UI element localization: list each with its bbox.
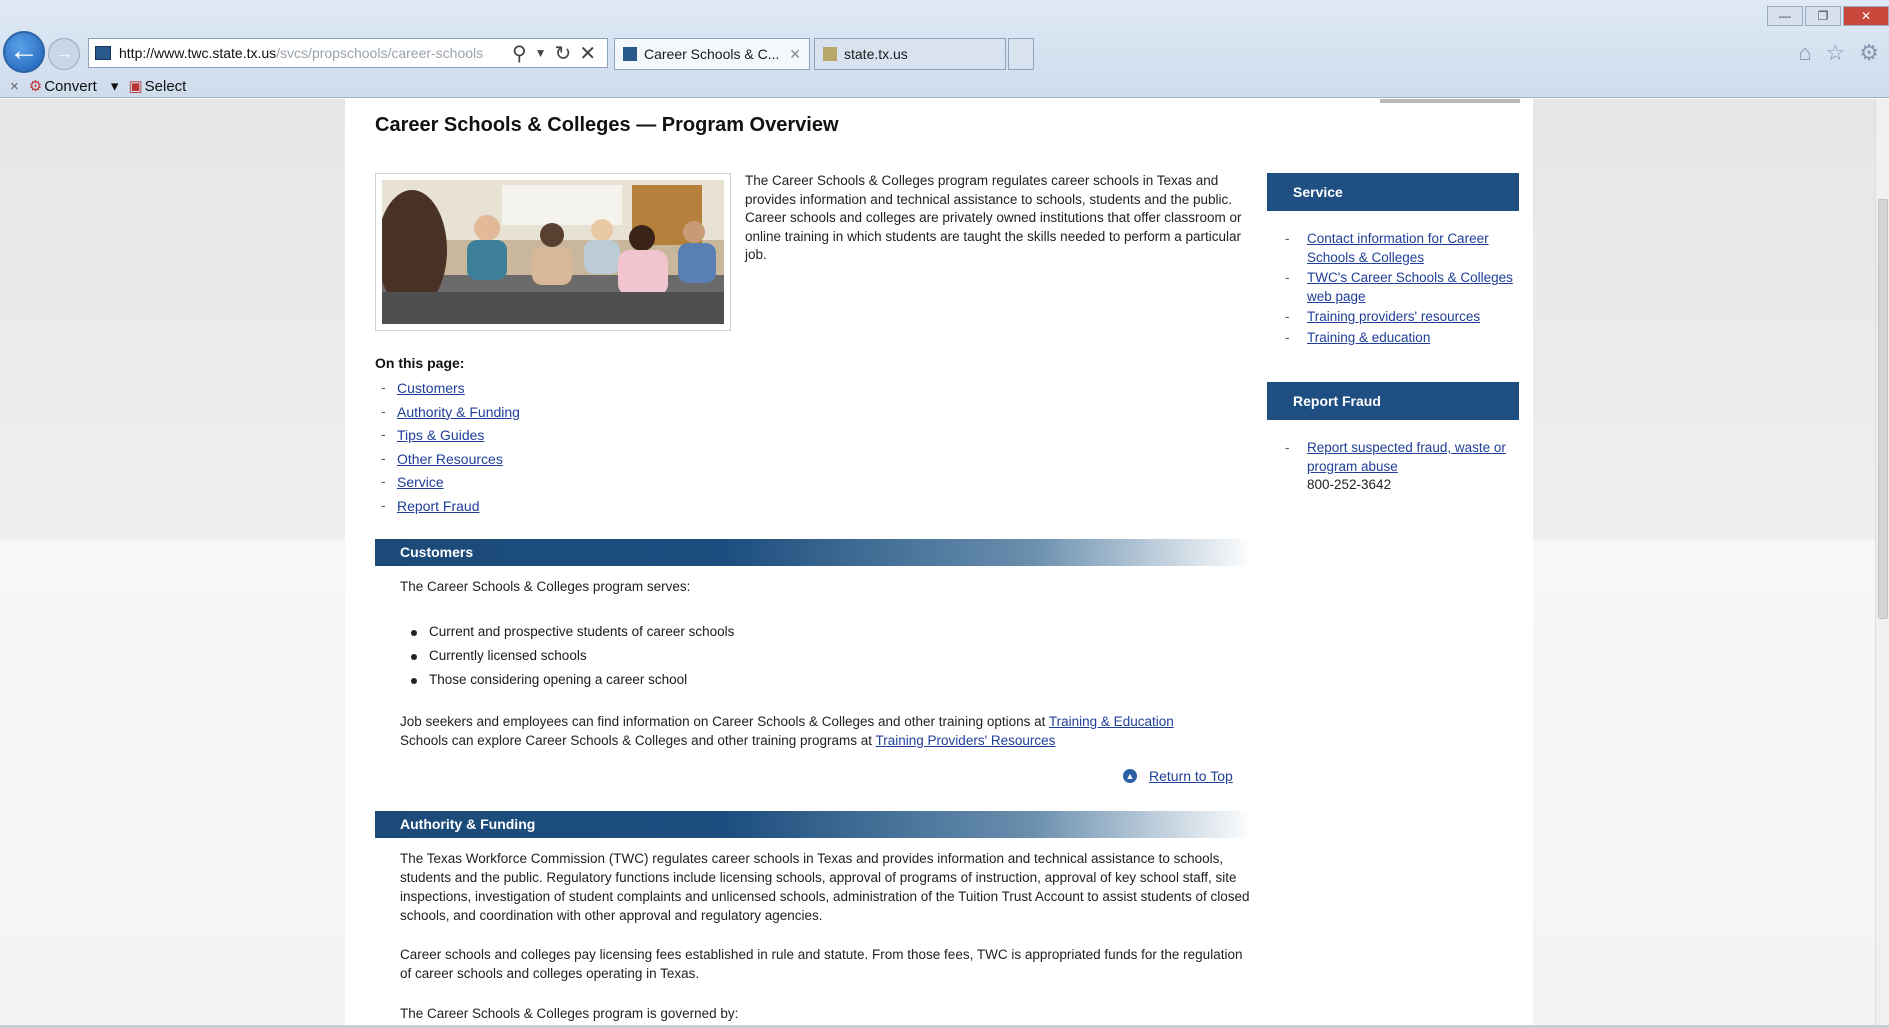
training-education-link[interactable]: Training & Education <box>1049 714 1174 729</box>
refresh-icon[interactable]: ↻ <box>555 41 572 66</box>
up-arrow-icon: ▲ <box>1123 769 1137 783</box>
authority-paragraph-2: Career schools and colleges pay licensin… <box>400 947 1243 981</box>
browser-toolbar-icons: ⌂ ☆ ⚙ <box>1798 40 1879 66</box>
classroom-photo-illustration <box>382 180 724 324</box>
twc-career-schools-link[interactable]: TWC's Career Schools & Colleges web page <box>1307 270 1513 304</box>
stop-icon[interactable]: ✕ <box>579 41 596 66</box>
select-button[interactable]: ▣ Select <box>128 77 196 95</box>
authority-paragraph-1: The Texas Workforce Commission (TWC) reg… <box>400 851 1250 923</box>
list-item: Other Resources <box>375 447 520 472</box>
anchor-link-customers[interactable]: Customers <box>397 380 465 396</box>
new-tab-button[interactable] <box>1008 38 1034 70</box>
forward-button[interactable]: → <box>48 38 80 70</box>
anchor-link-resources[interactable]: Other Resources <box>397 451 503 467</box>
intro-paragraph: The Career Schools & Colleges program re… <box>745 173 1242 262</box>
return-to-top[interactable]: ▲ Return to Top <box>1123 768 1233 784</box>
tab-label: state.tx.us <box>844 46 908 62</box>
on-this-page-heading: On this page: <box>375 355 465 371</box>
list-item: Tips & Guides <box>375 423 520 448</box>
favorites-star-icon[interactable]: ☆ <box>1826 40 1846 66</box>
convert-button[interactable]: ⚙ Convert ▾ <box>29 77 119 95</box>
dropdown-icon[interactable]: ▼ <box>535 46 547 60</box>
training-providers-resources-link[interactable]: Training providers' resources <box>1307 309 1480 324</box>
list-item: Training & education <box>1283 329 1513 348</box>
maximize-button[interactable]: ❐ <box>1805 6 1841 26</box>
select-icon: ▣ <box>128 78 143 95</box>
window-close-button[interactable]: ✕ <box>1843 6 1889 26</box>
list-item: Training providers' resources <box>1283 308 1513 327</box>
page-content: Career Schools & Colleges — Program Over… <box>345 99 1533 1025</box>
url-host: http://www.twc.state.tx.us <box>119 45 277 61</box>
tab-favicon-icon <box>823 47 837 61</box>
customers-intro: The Career Schools & Colleges program se… <box>400 579 691 594</box>
fraud-link-list: Report suspected fraud, waste or program… <box>1283 439 1513 497</box>
tab-career-schools[interactable]: Career Schools & C... ✕ <box>614 38 810 70</box>
browser-chrome: ← → http://www.twc.state.tx.us /svcs/pro… <box>0 0 1889 98</box>
command-bar: × ⚙ Convert ▾ ▣ Select <box>0 74 1889 98</box>
close-cmdbar-icon[interactable]: × <box>10 78 19 95</box>
report-fraud-box-heading: Report Fraud <box>1267 382 1519 420</box>
anchor-link-service[interactable]: Service <box>397 474 444 490</box>
list-item: Currently licensed schools <box>405 644 734 668</box>
search-icon[interactable]: ⚲ <box>512 41 527 66</box>
convert-icon: ⚙ <box>28 78 43 95</box>
home-icon[interactable]: ⌂ <box>1798 40 1811 66</box>
contact-info-link[interactable]: Contact information for Career Schools &… <box>1307 231 1489 265</box>
list-item: Contact information for Career Schools &… <box>1283 230 1513 267</box>
close-icon[interactable]: ✕ <box>789 46 801 63</box>
select-label: Select <box>144 78 187 95</box>
window-controls: — ❐ ✕ <box>1767 6 1889 26</box>
anchor-link-list: Customers Authority & Funding Tips & Gui… <box>375 376 520 519</box>
list-item: Customers <box>375 376 520 401</box>
list-item: Report Fraud <box>375 494 520 519</box>
top-divider <box>1380 99 1520 103</box>
authority-paragraph-3: The Career Schools & Colleges program is… <box>400 1006 739 1021</box>
report-fraud-link[interactable]: Report suspected fraud, waste or program… <box>1307 440 1506 474</box>
scrollbar-thumb[interactable] <box>1878 199 1888 619</box>
classroom-photo <box>375 173 731 331</box>
address-tools: ⚲ ▼ ↻ ✕ <box>512 38 596 68</box>
url-path: /svcs/propschools/career-schools <box>276 45 484 61</box>
service-link-list: Contact information for Career Schools &… <box>1283 230 1513 349</box>
back-button[interactable]: ← <box>3 31 45 73</box>
anchor-link-fraud[interactable]: Report Fraud <box>397 498 479 514</box>
service-box-heading: Service <box>1267 173 1519 211</box>
customers-jobs-paragraph: Job seekers and employees can find infor… <box>400 712 1250 750</box>
page-viewport: Career Schools & Colleges — Program Over… <box>0 99 1875 1025</box>
authority-section-heading: Authority & Funding <box>375 811 1253 838</box>
tab-favicon-icon <box>623 47 637 61</box>
list-item: Service <box>375 470 520 495</box>
site-favicon-icon <box>95 46 111 60</box>
convert-label: Convert <box>44 78 97 95</box>
on-this-page-nav: On this page: Customers Authority & Fund… <box>375 355 520 518</box>
page-title: Career Schools & Colleges — Program Over… <box>375 114 839 136</box>
customers-list: Current and prospective students of care… <box>405 620 734 692</box>
tab-label: Career Schools & C... <box>644 46 780 62</box>
jobs-text-2: Schools can explore Career Schools & Col… <box>400 733 873 748</box>
anchor-link-authority[interactable]: Authority & Funding <box>397 404 520 420</box>
training-education-sidebar-link[interactable]: Training & education <box>1307 330 1430 345</box>
list-item: Authority & Funding <box>375 400 520 425</box>
minimize-button[interactable]: — <box>1767 6 1803 26</box>
list-item: TWC's Career Schools & Colleges web page <box>1283 269 1513 306</box>
training-providers-link[interactable]: Training Providers' Resources <box>876 733 1056 748</box>
return-to-top-link[interactable]: Return to Top <box>1149 768 1233 784</box>
jobs-text-1: Job seekers and employees can find infor… <box>400 714 1046 729</box>
customers-section-heading: Customers <box>375 539 1253 566</box>
list-item: Report suspected fraud, waste or program… <box>1283 439 1513 495</box>
list-item: Those considering opening a career schoo… <box>405 668 734 692</box>
settings-gear-icon[interactable]: ⚙ <box>1859 40 1879 66</box>
list-item: Current and prospective students of care… <box>405 620 734 644</box>
vertical-scrollbar[interactable] <box>1875 99 1889 1025</box>
tab-state-tx-us[interactable]: state.tx.us <box>814 38 1006 70</box>
fraud-phone-number: 800-252-3642 <box>1307 477 1392 492</box>
anchor-link-tips[interactable]: Tips & Guides <box>397 427 484 443</box>
